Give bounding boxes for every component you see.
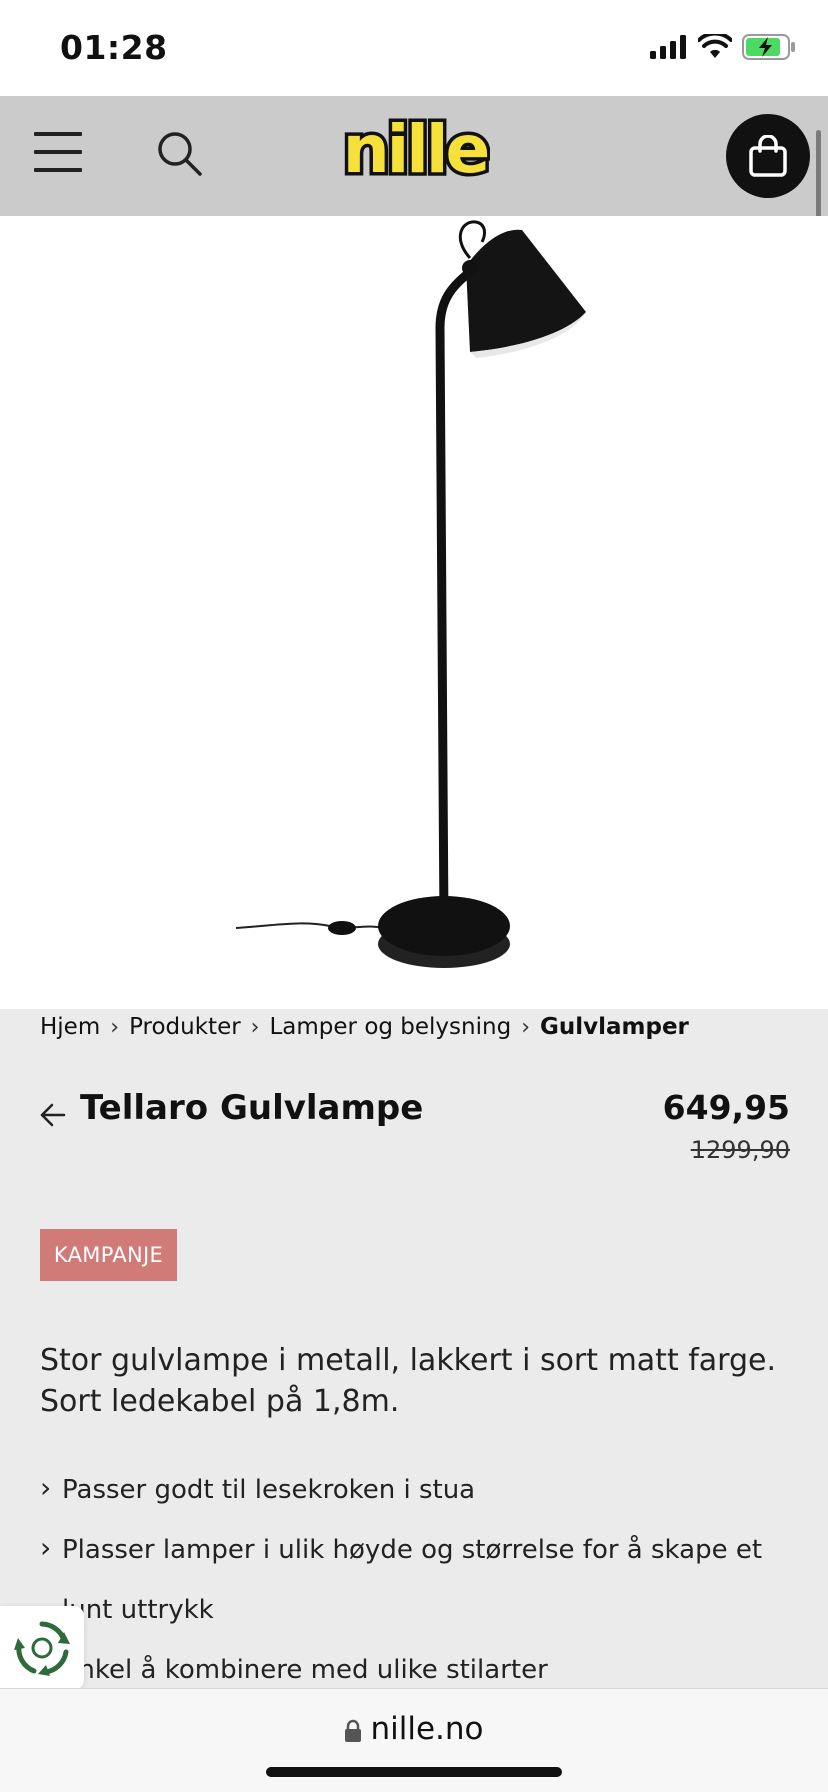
cellular-signal-icon <box>650 35 686 59</box>
menu-button[interactable] <box>34 132 82 172</box>
url-display[interactable]: nille.no <box>0 1711 828 1747</box>
home-indicator[interactable] <box>266 1767 562 1777</box>
product-title-row: Tellaro Gulvlampe 649,95 1299,90 <box>40 1088 790 1178</box>
chevron-right-icon: › <box>250 1014 260 1040</box>
url-text: nille.no <box>370 1711 484 1747</box>
search-button[interactable] <box>156 130 204 178</box>
chevron-right-icon: › <box>521 1014 530 1040</box>
product-price: 649,95 <box>662 1088 790 1127</box>
recycle-icon <box>14 1621 70 1676</box>
status-icons <box>650 34 796 60</box>
breadcrumb-link-produkter[interactable]: Produkter <box>129 1014 241 1040</box>
cart-button[interactable] <box>726 114 810 198</box>
breadcrumb-link-lamper[interactable]: Lamper og belysning <box>269 1014 511 1040</box>
product-old-price: 1299,90 <box>690 1136 790 1164</box>
feature-item-continued: lunt uttrykk <box>62 1595 214 1625</box>
description-line: Sort ledekabel på 1,8m. <box>40 1384 400 1419</box>
feature-item: Passer godt til lesekroken i stua <box>40 1468 790 1530</box>
description-line: Stor gulvlampe i metall, lakkert i sort … <box>40 1343 777 1378</box>
search-icon <box>158 132 202 176</box>
site-header: nille <box>0 96 828 216</box>
browser-address-bar[interactable]: nille.no <box>0 1688 828 1792</box>
breadcrumb-current: Gulvlamper <box>540 1014 689 1040</box>
shopping-bag-icon <box>749 135 787 177</box>
hamburger-menu-icon <box>34 150 82 154</box>
product-description: Stor gulvlampe i metall, lakkert i sort … <box>40 1340 780 1422</box>
hamburger-menu-icon <box>34 168 82 172</box>
floor-lamp-image <box>235 220 586 968</box>
status-time: 01:28 <box>60 28 168 67</box>
campaign-badge: KAMPANJE <box>40 1229 177 1281</box>
status-bar: 01:28 <box>0 0 828 96</box>
arrow-left-icon[interactable] <box>40 1102 66 1128</box>
lock-icon <box>345 1719 362 1742</box>
hamburger-menu-icon <box>34 132 82 136</box>
chevron-right-icon: › <box>110 1014 120 1040</box>
svg-text:nille: nille <box>343 111 488 188</box>
wifi-icon <box>698 34 732 58</box>
breadcrumb: Hjem › Produkter › Lamper og belysning ›… <box>40 1014 689 1040</box>
battery-charging-icon <box>742 34 795 60</box>
feature-item: Plasser lamper i ulik høyde og størrelse… <box>40 1528 790 1590</box>
breadcrumb-link-hjem[interactable]: Hjem <box>40 1014 100 1040</box>
product-title: Tellaro Gulvlampe <box>80 1088 424 1128</box>
sustainability-badge[interactable] <box>0 1606 84 1690</box>
product-image[interactable] <box>0 216 828 1009</box>
nille-logo[interactable]: nille <box>339 108 494 192</box>
feature-list: Passer godt til lesekroken i stua Plasse… <box>40 1468 790 1710</box>
logo-wordmark: nille <box>339 108 494 192</box>
